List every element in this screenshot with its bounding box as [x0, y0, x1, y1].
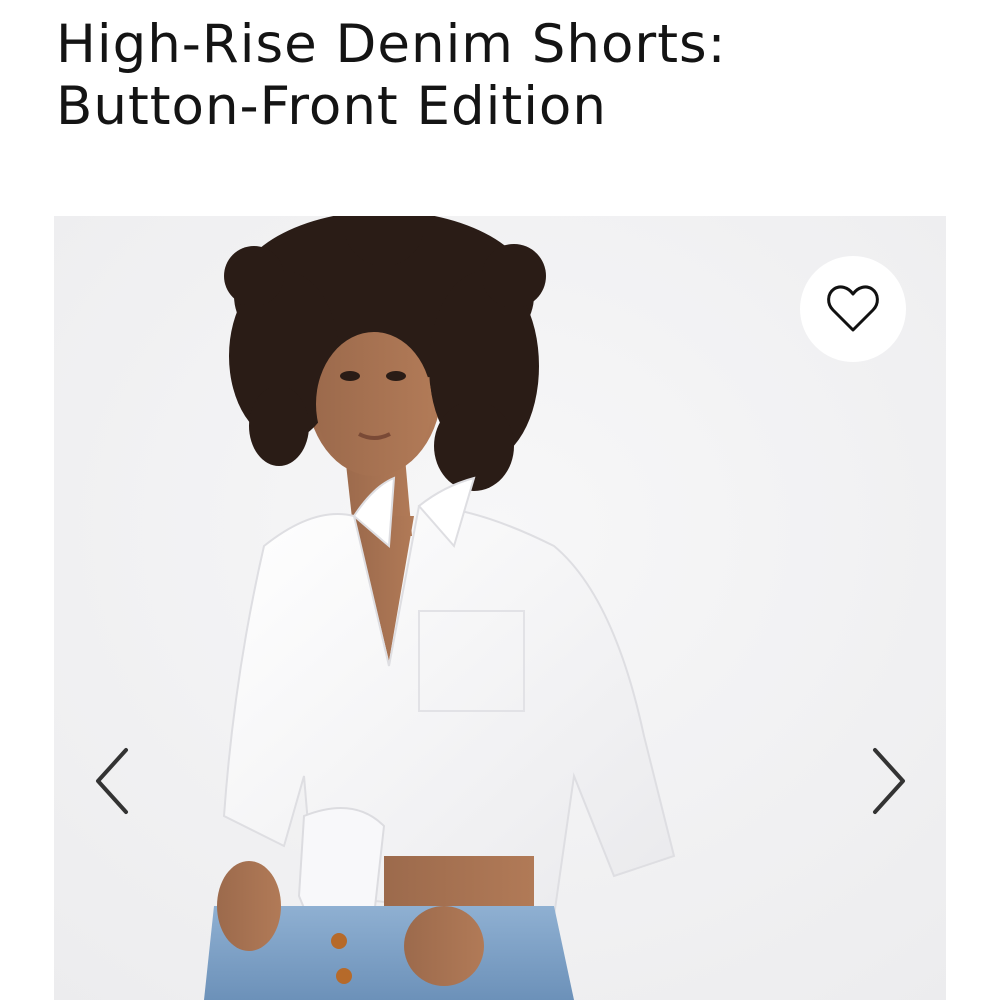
product-page: High-Rise Denim Shorts: Button-Front Edi…	[0, 0, 1000, 1000]
next-image-button[interactable]	[859, 741, 919, 821]
product-image-carousel[interactable]	[54, 216, 946, 1000]
product-title: High-Rise Denim Shorts: Button-Front Edi…	[56, 14, 956, 138]
heart-outline-icon	[827, 285, 879, 332]
chevron-left-icon	[96, 748, 128, 814]
product-title-line-1: High-Rise Denim Shorts:	[56, 14, 727, 75]
product-title-line-2: Button-Front Edition	[56, 76, 607, 137]
chevron-right-icon	[873, 748, 905, 814]
previous-image-button[interactable]	[82, 741, 142, 821]
favorite-button[interactable]	[800, 256, 906, 362]
